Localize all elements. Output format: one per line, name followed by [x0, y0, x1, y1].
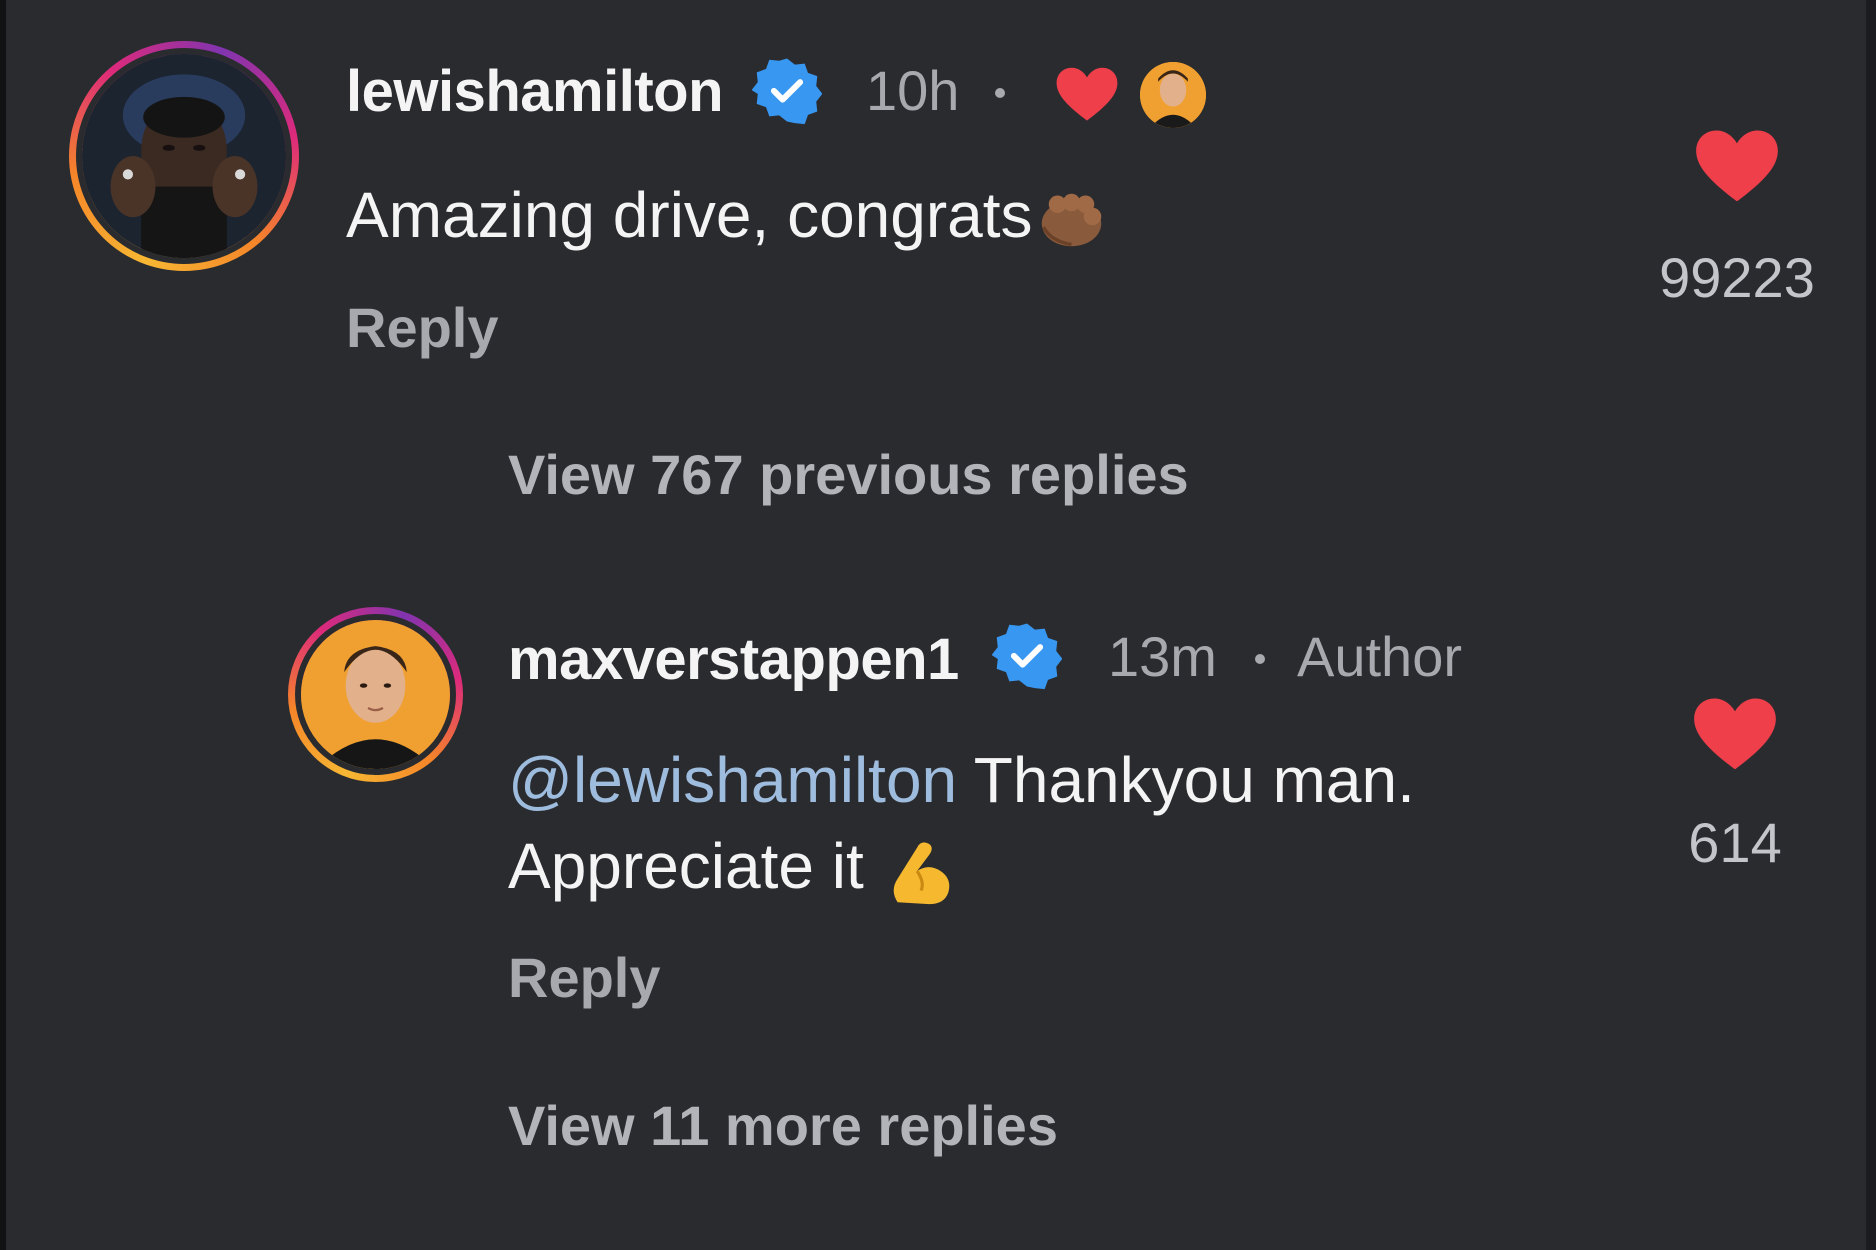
like-heart-icon[interactable]	[1694, 128, 1780, 206]
reply-button[interactable]: Reply	[346, 295, 499, 360]
verified-badge-icon	[992, 623, 1062, 690]
comment-text: Amazing drive, congrats	[346, 172, 1103, 258]
comment-username[interactable]: lewishamilton	[346, 58, 724, 125]
reply-button[interactable]: Reply	[508, 945, 661, 1010]
avatar-photo	[76, 48, 292, 264]
avatar-photo	[295, 614, 456, 775]
fist-bump-emoji-icon	[1041, 193, 1101, 247]
separator-dot	[995, 88, 1005, 98]
right-edge	[1866, 0, 1876, 1250]
left-edge	[0, 0, 6, 1250]
author-label: Author	[1297, 625, 1462, 688]
avatar-maxverstappen1[interactable]	[288, 607, 463, 782]
reply-text-line1: @lewishamilton Thankyou man.	[508, 737, 1415, 823]
reply-text-line2: Appreciate it	[508, 823, 960, 910]
verified-badge-icon	[752, 58, 822, 125]
separator-dot	[1255, 654, 1265, 664]
comment-time: 10h	[866, 59, 960, 122]
reply-body-line2: Appreciate it	[508, 830, 864, 902]
comment-body: Amazing drive, congrats	[346, 179, 1033, 251]
reply-body-line1: Thankyou man.	[957, 744, 1415, 816]
like-heart-icon[interactable]	[1692, 696, 1778, 774]
liked-by-author-heart-icon	[1056, 67, 1118, 121]
view-more-replies-link[interactable]: View 11 more replies	[508, 1093, 1058, 1158]
like-count: 99223	[1659, 246, 1815, 309]
reply-username[interactable]: maxverstappen1	[508, 626, 959, 693]
like-count: 614	[1688, 811, 1782, 874]
view-previous-replies-link[interactable]: View 767 previous replies	[508, 442, 1189, 507]
mention-link[interactable]: @lewishamilton	[508, 744, 957, 816]
author-mini-avatar	[1140, 62, 1206, 128]
reply-time: 13m	[1108, 625, 1217, 688]
avatar-lewishamilton[interactable]	[69, 41, 299, 271]
flexed-biceps-emoji-icon	[893, 842, 949, 905]
